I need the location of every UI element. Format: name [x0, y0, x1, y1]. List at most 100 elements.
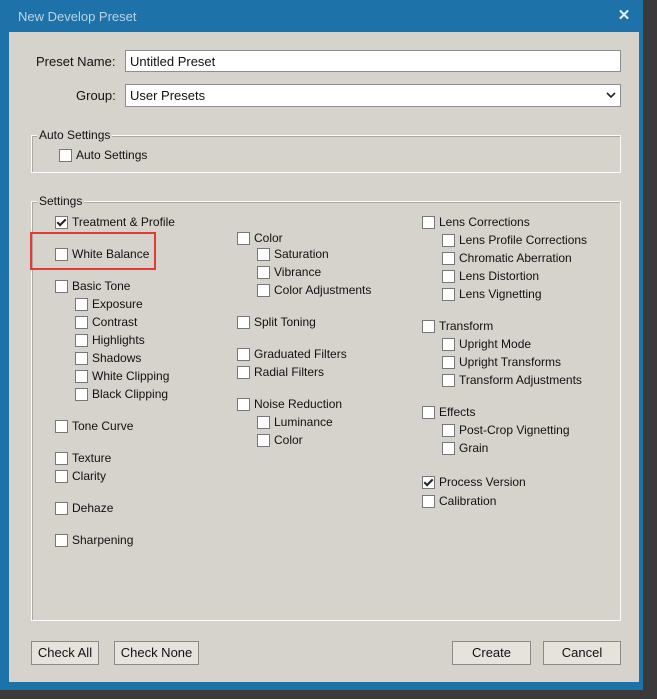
checkbox-label: Shadows: [92, 351, 142, 365]
auto-settings-group: Auto Settings Auto Settings: [31, 128, 621, 173]
auto-settings-checkbox[interactable]: Auto Settings: [59, 148, 147, 162]
checkbox-box: [257, 415, 270, 429]
checkbox-label: Vibrance: [274, 265, 322, 279]
tone-curve-checkbox[interactable]: Tone Curve: [55, 419, 133, 433]
sharpening-checkbox[interactable]: Sharpening: [55, 533, 133, 547]
white-balance-highlight-box: [30, 232, 156, 270]
checkbox-label: Split Toning: [254, 315, 316, 329]
upright-transforms-checkbox[interactable]: Upright Transforms: [442, 355, 561, 369]
checkbox-box: [55, 469, 68, 483]
texture-checkbox[interactable]: Texture: [55, 451, 111, 465]
effects-checkbox[interactable]: Effects: [422, 405, 475, 419]
dehaze-checkbox[interactable]: Dehaze: [55, 501, 113, 515]
lens-distortion-checkbox[interactable]: Lens Distortion: [442, 269, 539, 283]
checkbox-label: Grain: [459, 441, 489, 455]
color-checkbox[interactable]: Color: [237, 231, 283, 245]
saturation-checkbox[interactable]: Saturation: [257, 247, 329, 261]
chromatic-aberration-checkbox[interactable]: Chromatic Aberration: [442, 251, 572, 265]
checkmark-icon: [422, 475, 435, 489]
checkbox-box: [257, 283, 270, 297]
post-crop-vignetting-checkbox[interactable]: Post-Crop Vignetting: [442, 423, 570, 437]
checkbox-box: [257, 265, 270, 279]
dialog-body: Preset Name: Group: User Presets Auto Se…: [9, 32, 639, 682]
checkbox-box: [237, 231, 250, 245]
lens-corrections-checkbox[interactable]: Lens Corrections: [422, 215, 530, 229]
checkbox-label: Lens Distortion: [459, 269, 540, 283]
cancel-button[interactable]: Cancel: [543, 641, 621, 665]
checkbox-label: Highlights: [92, 333, 145, 347]
basic-tone-checkbox[interactable]: Basic Tone: [55, 279, 130, 293]
luminance-checkbox[interactable]: Luminance: [257, 415, 333, 429]
checkbox-label: Basic Tone: [72, 279, 131, 293]
preset-name-input[interactable]: [125, 50, 621, 72]
checkbox-box: [237, 347, 250, 361]
checkbox-label: Texture: [72, 451, 112, 465]
transform-adjustments-checkbox[interactable]: Transform Adjustments: [442, 373, 582, 387]
white-clipping-checkbox[interactable]: White Clipping: [75, 369, 169, 383]
checkbox-label: Effects: [439, 405, 476, 419]
checkbox-box: [442, 423, 455, 437]
check-all-button[interactable]: Check All: [31, 641, 99, 665]
checkbox-label: Radial Filters: [254, 365, 325, 379]
lens-vignetting-checkbox[interactable]: Lens Vignetting: [442, 287, 542, 301]
upright-mode-checkbox[interactable]: Upright Mode: [442, 337, 531, 351]
group-select-value: User Presets: [130, 88, 206, 103]
checkbox-box: [257, 433, 270, 447]
checkbox-box: [422, 215, 435, 229]
checkmark-icon: [55, 215, 68, 229]
shadows-checkbox[interactable]: Shadows: [75, 351, 141, 365]
highlights-checkbox[interactable]: Highlights: [75, 333, 145, 347]
noise-reduction-checkbox[interactable]: Noise Reduction: [237, 397, 342, 411]
close-button[interactable]: ✕: [609, 4, 639, 28]
transform-checkbox[interactable]: Transform: [422, 319, 493, 333]
checkbox-box: [257, 247, 270, 261]
checkbox-label: Tone Curve: [72, 419, 134, 433]
checkbox-box: [55, 419, 68, 433]
clarity-checkbox[interactable]: Clarity: [55, 469, 106, 483]
group-select[interactable]: User Presets: [125, 84, 621, 107]
process-version-checkbox[interactable]: Process Version: [422, 475, 526, 489]
checkbox-label: Auto Settings: [76, 148, 148, 162]
checkbox-box: [422, 405, 435, 419]
checkbox-box: [75, 333, 88, 347]
create-button[interactable]: Create: [452, 641, 531, 665]
checkbox-label: Luminance: [274, 415, 333, 429]
check-none-button[interactable]: Check None: [114, 641, 199, 665]
checkbox-label: Noise Reduction: [254, 397, 343, 411]
vibrance-checkbox[interactable]: Vibrance: [257, 265, 321, 279]
color-checkbox[interactable]: Color: [257, 433, 303, 447]
radial-filters-checkbox[interactable]: Radial Filters: [237, 365, 324, 379]
checkbox-label: Lens Vignetting: [459, 287, 542, 301]
contrast-checkbox[interactable]: Contrast: [75, 315, 137, 329]
checkbox-box: [442, 441, 455, 455]
checkbox-box: [75, 369, 88, 383]
checkbox-label: Lens Profile Corrections: [459, 233, 588, 247]
grain-checkbox[interactable]: Grain: [442, 441, 488, 455]
checkbox-label: Graduated Filters: [254, 347, 347, 361]
treatment-and-profile-checkbox[interactable]: Treatment & Profile: [55, 215, 175, 229]
checkbox-label: Color Adjustments: [274, 283, 372, 297]
checkbox-label: Color: [254, 231, 283, 245]
checkbox-box: [237, 397, 250, 411]
checkbox-box: [55, 451, 68, 465]
lens-profile-corrections-checkbox[interactable]: Lens Profile Corrections: [442, 233, 587, 247]
group-label: Group:: [76, 88, 116, 103]
split-toning-checkbox[interactable]: Split Toning: [237, 315, 316, 329]
title-bar[interactable]: New Develop Preset ✕: [0, 0, 643, 32]
checkbox-box: [55, 533, 68, 547]
checkbox-label: Chromatic Aberration: [459, 251, 572, 265]
calibration-checkbox[interactable]: Calibration: [422, 494, 496, 508]
checkbox-label: White Clipping: [92, 369, 170, 383]
exposure-checkbox[interactable]: Exposure: [75, 297, 143, 311]
checkbox-label: Saturation: [274, 247, 329, 261]
graduated-filters-checkbox[interactable]: Graduated Filters: [237, 347, 347, 361]
checkbox-box: [75, 315, 88, 329]
checkbox-box: [442, 233, 455, 247]
color-adjustments-checkbox[interactable]: Color Adjustments: [257, 283, 371, 297]
auto-settings-legend: Auto Settings: [37, 128, 113, 142]
new-develop-preset-dialog: New Develop Preset ✕ Preset Name: Group:…: [0, 0, 643, 690]
black-clipping-checkbox[interactable]: Black Clipping: [75, 387, 168, 401]
checkbox-box: [442, 355, 455, 369]
checkbox-label: Post-Crop Vignetting: [459, 423, 570, 437]
checkbox-label: Exposure: [92, 297, 143, 311]
